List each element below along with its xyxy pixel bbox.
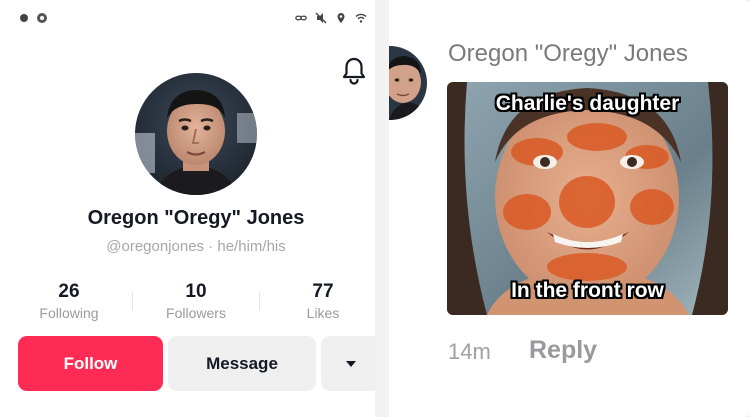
status-bar-right: [295, 12, 367, 24]
stat-followers-value: 10: [185, 281, 207, 302]
stat-likes-label: Likes: [306, 305, 340, 321]
location-icon: [337, 13, 345, 23]
stat-following[interactable]: 26 Following: [19, 281, 119, 321]
comment-panel: Oregon "Oregy" Jones Charlie's daughter …: [383, 0, 750, 417]
stat-following-label: Following: [39, 305, 99, 321]
comment-timestamp: 14m: [448, 339, 491, 364]
meme-image[interactable]: Charlie's daughter In the front row: [447, 82, 728, 315]
profile-stats: 26 Following 10 Followers 77 Likes: [0, 281, 375, 329]
follow-button[interactable]: Follow: [18, 336, 163, 391]
status-bar: [0, 0, 375, 40]
app-status-icon: [37, 13, 47, 23]
comment-avatar[interactable]: [389, 46, 427, 120]
stat-followers-label: Followers: [166, 305, 226, 321]
stat-likes-value: 77: [312, 281, 334, 302]
meme-bottom-caption: In the front row: [511, 279, 664, 302]
mute-icon: [315, 12, 327, 24]
stat-following-value: 26: [58, 281, 80, 302]
stat-divider: [132, 292, 133, 310]
profile-name: Oregon "Oregy" Jones: [87, 207, 305, 229]
link-icon: [295, 15, 307, 21]
more-options-button[interactable]: [321, 336, 375, 391]
stat-followers[interactable]: 10 Followers: [146, 281, 246, 321]
avatar-portrait-image: [135, 73, 257, 195]
comment-author-name[interactable]: Oregon "Oregy" Jones: [448, 40, 688, 68]
profile-avatar[interactable]: [135, 73, 257, 195]
comment-avatar-image: [389, 46, 427, 120]
stat-divider: [259, 292, 260, 310]
meme-top-caption: Charlie's daughter: [495, 92, 680, 115]
notification-dot-icon: [20, 14, 28, 22]
wifi-icon: [355, 13, 367, 23]
bell-icon[interactable]: [340, 56, 368, 86]
profile-handle: @oregonjones · he/him/his: [106, 238, 286, 255]
caret-down-icon: [346, 360, 356, 367]
status-bar-left: [18, 12, 48, 24]
stat-likes: 77 Likes: [273, 281, 373, 321]
profile-panel: Oregon "Oregy" Jones @oregonjones · he/h…: [0, 0, 375, 417]
reply-button[interactable]: Reply: [529, 336, 597, 365]
message-button[interactable]: Message: [168, 336, 316, 391]
